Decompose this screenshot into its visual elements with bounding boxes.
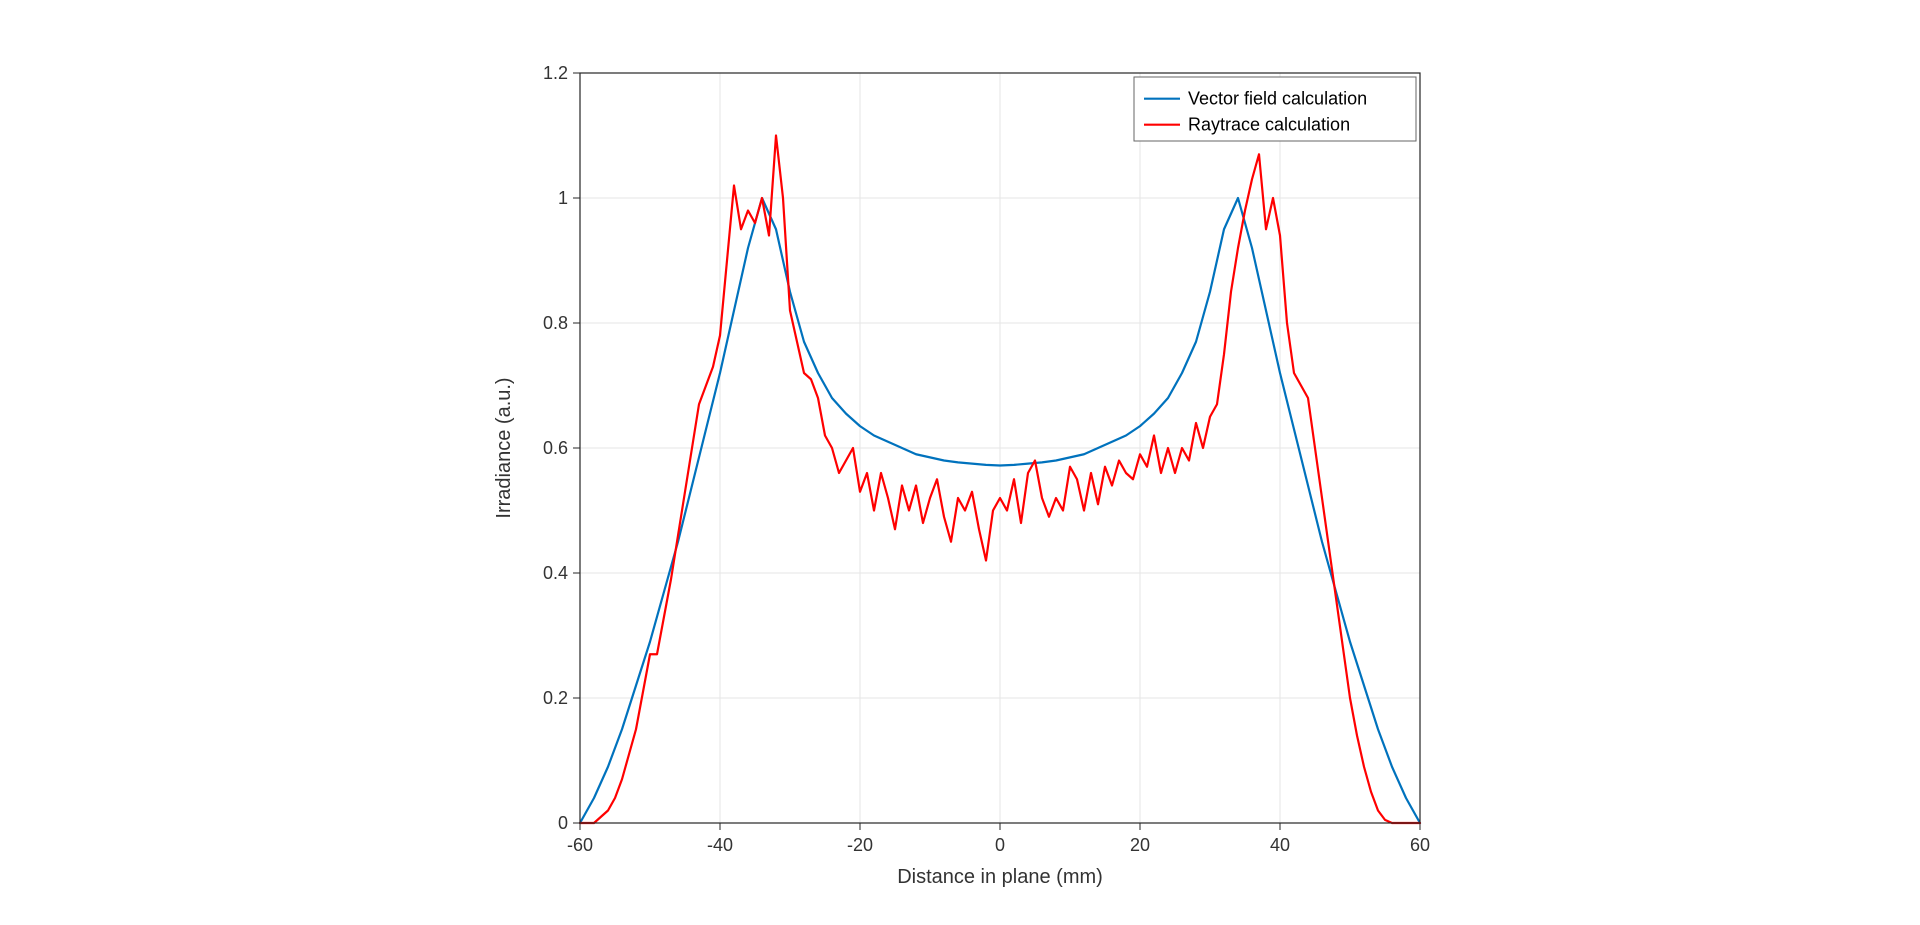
x-tick-label: 20 <box>1130 835 1150 855</box>
chart-container: -60 -40 -20 0 20 40 60 0 0.2 0.4 0.6 0.8 1 1.2 Distanc… <box>0 0 1920 925</box>
legend-label: Vector field calculation <box>1188 88 1367 108</box>
y-axis-label: Irradiance (a.u.) <box>493 377 515 518</box>
x-tick-label: 60 <box>1410 835 1430 855</box>
y-tick-label: 1.2 <box>543 63 568 83</box>
y-tick-label: 1 <box>558 188 568 208</box>
x-tick-label: -40 <box>707 835 733 855</box>
x-axis-label: Distance in plane (mm) <box>897 866 1103 888</box>
legend-label: Raytrace calculation <box>1188 114 1350 134</box>
x-tick-label: -60 <box>567 835 593 855</box>
y-tick-label: 0.2 <box>543 688 568 708</box>
x-tick-label: 40 <box>1270 835 1290 855</box>
x-tick-label: 0 <box>995 835 1005 855</box>
line-chart: -60 -40 -20 0 20 40 60 0 0.2 0.4 0.6 0.8 1 1.2 Distanc… <box>460 13 1460 913</box>
y-tick-label: 0.6 <box>543 438 568 458</box>
y-tick-label: 0.8 <box>543 313 568 333</box>
x-tick-label: -20 <box>847 835 873 855</box>
y-tick-label: 0 <box>558 813 568 833</box>
y-tick-label: 0.4 <box>543 563 568 583</box>
